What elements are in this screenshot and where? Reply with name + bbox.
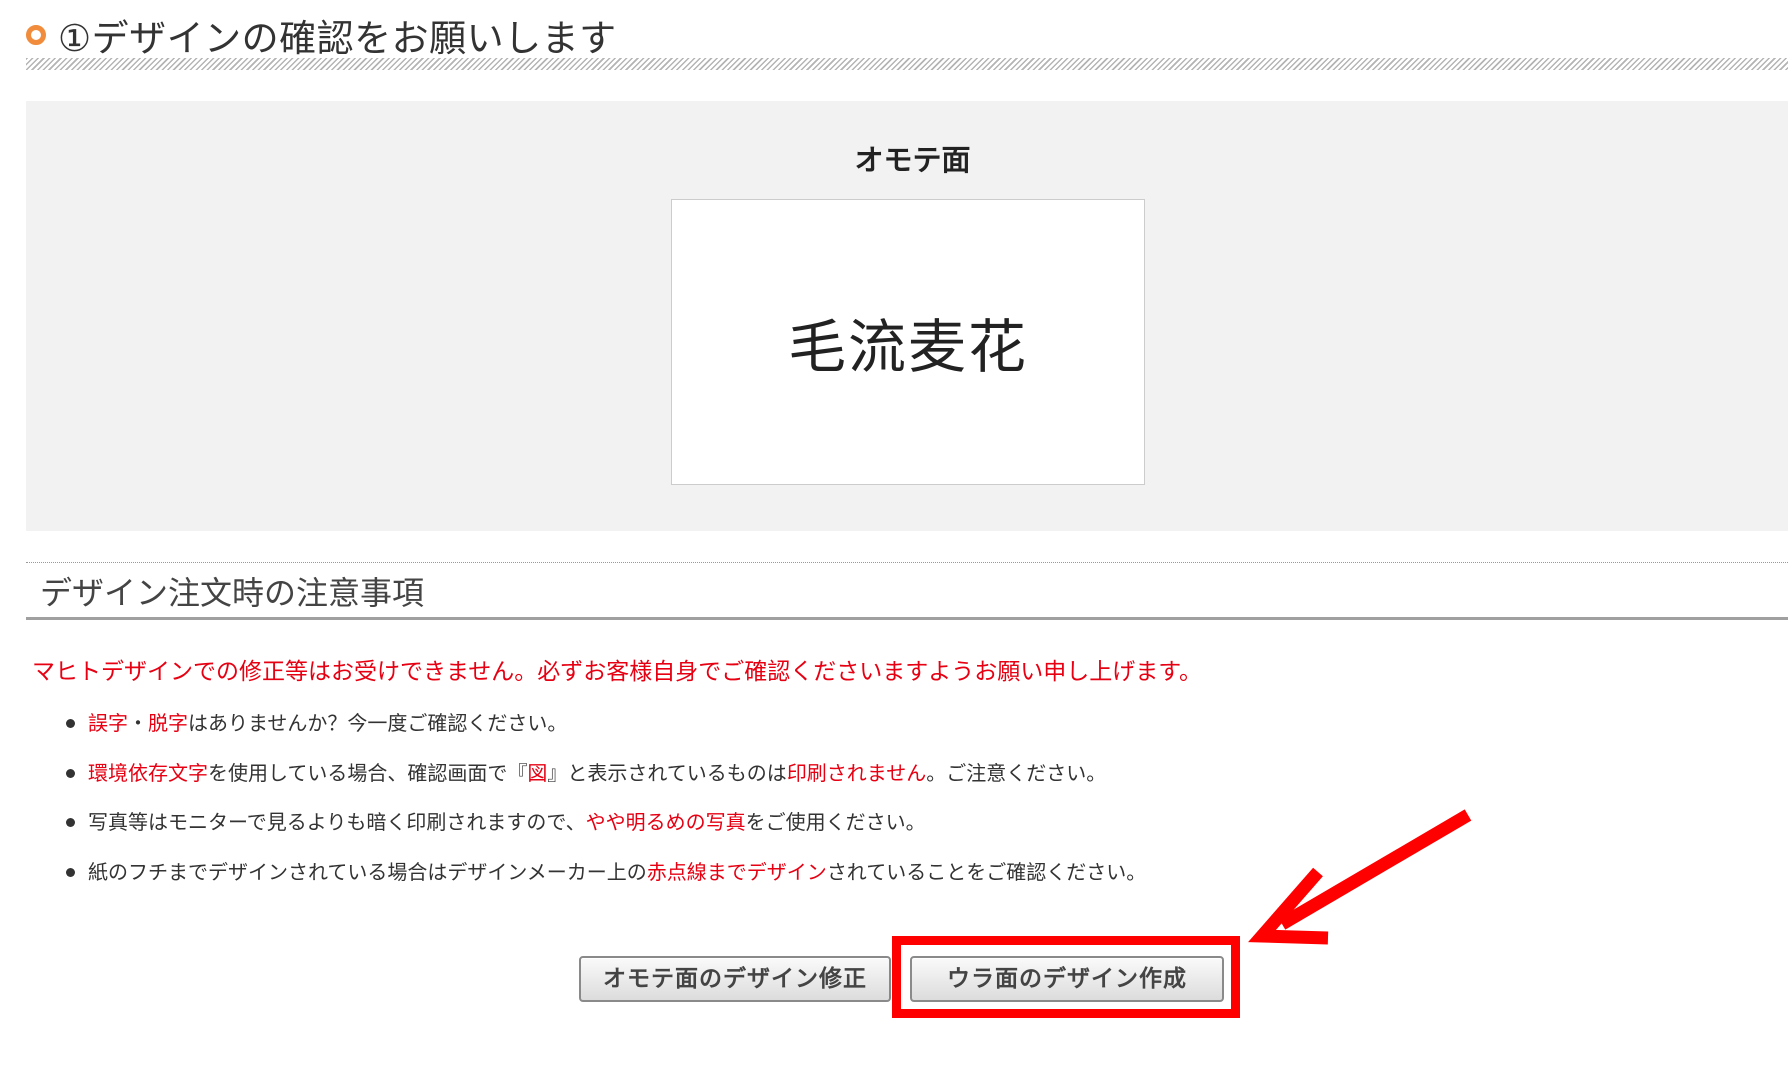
annotation-arrow-icon bbox=[1248, 809, 1472, 945]
